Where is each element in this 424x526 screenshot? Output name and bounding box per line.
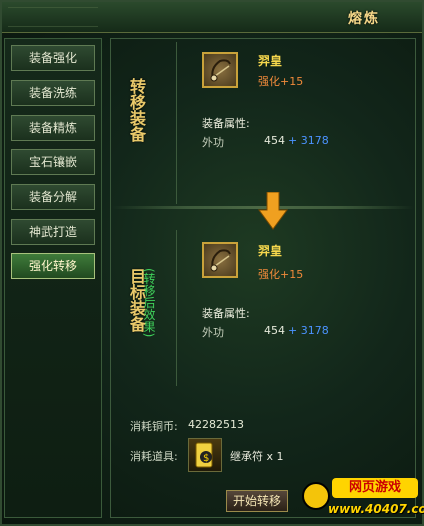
prop-cost-label: 消耗道具: [130, 450, 178, 463]
source-equipment-slot[interactable] [202, 52, 238, 88]
target-attr-value: 454 [264, 324, 285, 337]
sidebar-item-forge[interactable]: 神武打造 [11, 219, 95, 245]
target-item-name: 羿皇 [258, 244, 283, 258]
start-transfer-button[interactable]: 开始转移 [226, 490, 288, 512]
prop-slot[interactable]: $ [188, 438, 222, 472]
source-enhance-level: 强化+15 [258, 75, 304, 88]
bow-icon [210, 59, 231, 82]
target-attr-bonus: + 3178 [288, 324, 329, 337]
sidebar: 装备强化 装备洗练 装备精炼 宝石镶嵌 装备分解 神武打造 强化转移 [4, 38, 102, 518]
prop-name: 继承符 x 1 [230, 450, 284, 463]
sidebar-item-refine-wash[interactable]: 装备洗练 [11, 80, 95, 106]
bow-icon [210, 249, 231, 272]
source-attr-bonus: + 3178 [288, 134, 329, 147]
section-divider-line [176, 230, 177, 386]
target-enhance-level: 强化+15 [258, 268, 304, 281]
watermark-top-text: 网页游戏 [332, 478, 418, 498]
target-attr-header: 装备属性: [202, 307, 250, 320]
scroll-icon: $ [195, 442, 213, 468]
target-equipment-slot[interactable] [202, 242, 238, 278]
window-title: 熔炼 [348, 11, 380, 27]
title-bar: 熔炼 [2, 2, 422, 33]
sidebar-item-enhance[interactable]: 装备强化 [11, 45, 95, 71]
source-attr-name: 外功 [202, 136, 224, 149]
source-item-name: 羿皇 [258, 54, 283, 68]
copper-cost-label: 消耗铜币: [130, 420, 178, 433]
copper-cost-value: 42282513 [188, 418, 244, 431]
watermark-url-text: www.40407.com [328, 502, 424, 516]
sidebar-item-transfer[interactable]: 强化转移 [11, 253, 95, 279]
arrow-down-icon [258, 192, 288, 230]
source-attr-value: 454 [264, 134, 285, 147]
sidebar-item-refine[interactable]: 装备精炼 [11, 115, 95, 141]
target-section-sublabel: (转移后效果) [142, 268, 156, 338]
sidebar-item-decompose[interactable]: 装备分解 [11, 184, 95, 210]
source-section-label: 转移装备 [127, 78, 146, 142]
watermark-logo: 网页游戏 www.40407.com [300, 476, 424, 522]
sidebar-item-gem-inlay[interactable]: 宝石镶嵌 [11, 149, 95, 175]
target-attr-name: 外功 [202, 326, 224, 339]
source-attr-header: 装备属性: [202, 117, 250, 130]
scroll-badge-text: $ [203, 453, 209, 464]
mascot-icon [302, 482, 330, 510]
section-divider-line [176, 42, 177, 204]
title-decoration [8, 7, 98, 27]
